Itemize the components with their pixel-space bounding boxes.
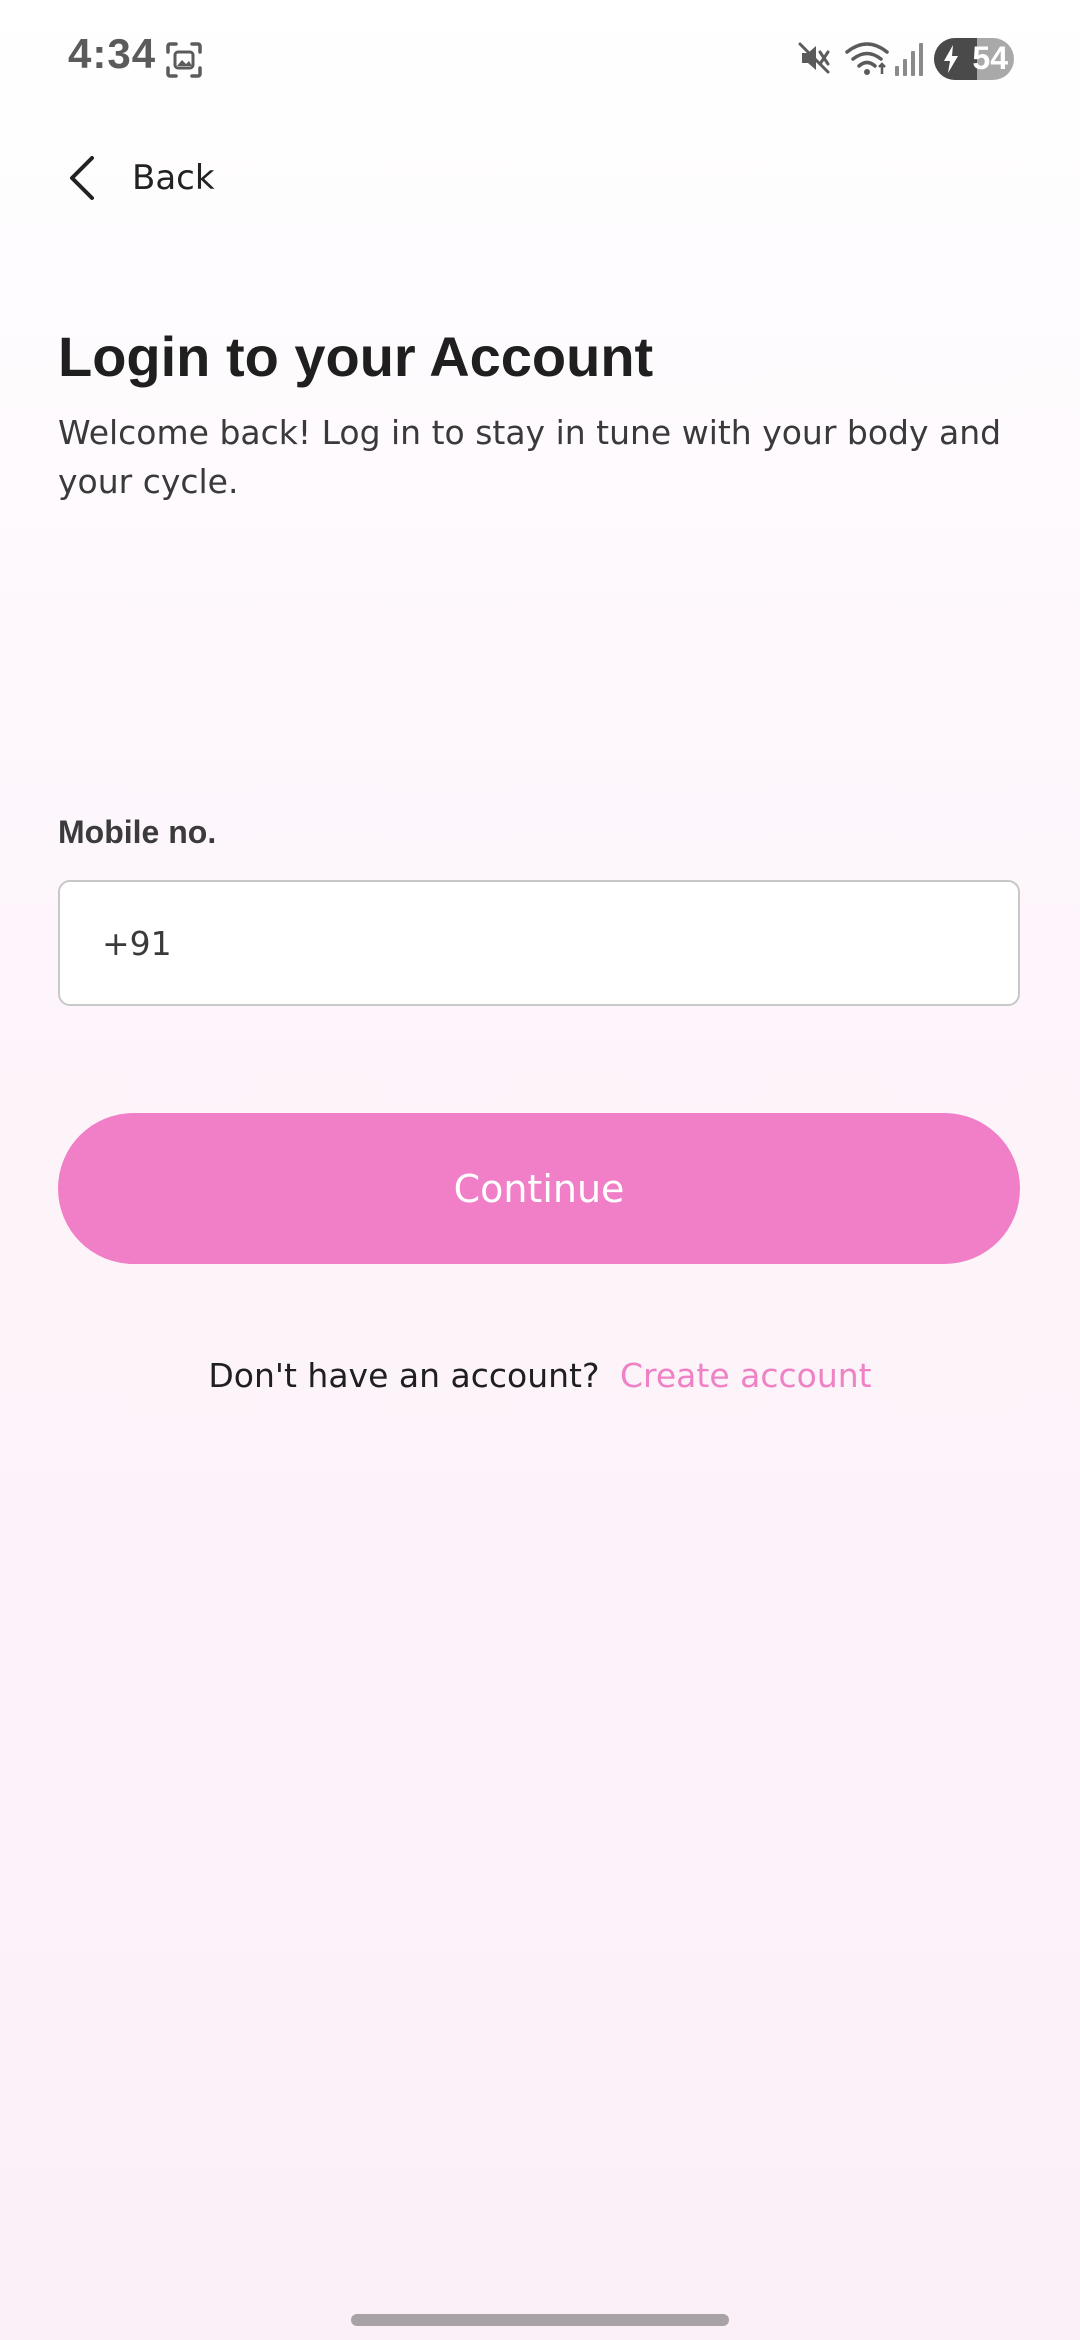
screenshot-icon xyxy=(166,42,202,78)
battery-icon: 54 xyxy=(934,38,1014,80)
mobile-field[interactable]: +91 xyxy=(58,880,1020,1006)
back-button[interactable]: Back xyxy=(64,148,215,208)
country-code: +91 xyxy=(102,923,172,963)
page-title: Login to your Account xyxy=(58,325,654,388)
signup-prompt: Don't have an account? xyxy=(208,1356,600,1395)
signal-icon xyxy=(895,43,923,76)
charging-bolt-icon xyxy=(944,45,958,73)
page-subtitle: Welcome back! Log in to stay in tune wit… xyxy=(58,413,1002,501)
battery-percent: 54 xyxy=(972,40,1008,76)
mute-icon xyxy=(798,42,830,74)
chevron-left-icon xyxy=(70,156,94,200)
home-indicator[interactable] xyxy=(351,2314,729,2326)
mobile-input[interactable] xyxy=(185,922,1018,964)
wifi-icon xyxy=(845,42,889,75)
mobile-label: Mobile no. xyxy=(58,814,217,850)
continue-button[interactable]: Continue xyxy=(58,1113,1020,1264)
status-time: 4:34 xyxy=(68,30,157,77)
create-account-link[interactable]: Create account xyxy=(620,1356,872,1395)
back-label: Back xyxy=(132,158,215,198)
signup-prompt-row: Don't have an account? Create account xyxy=(0,1356,1080,1395)
